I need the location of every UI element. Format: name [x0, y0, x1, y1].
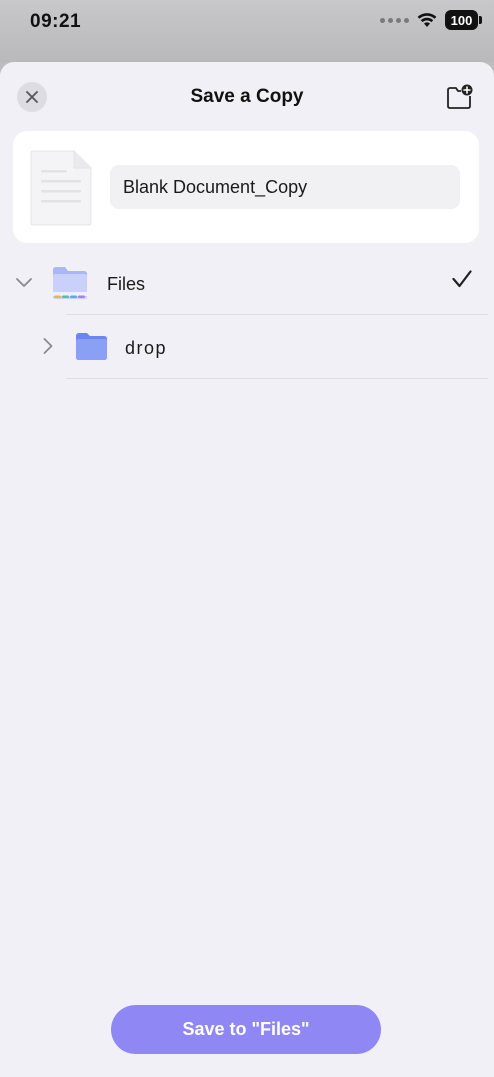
- signal-icon: [380, 17, 409, 23]
- document-card: [13, 131, 479, 243]
- folder-row-drop[interactable]: drop: [0, 317, 494, 379]
- checkmark-icon: [452, 270, 472, 288]
- row-divider: [66, 378, 488, 379]
- folder-label-files: Files: [107, 274, 146, 294]
- wifi-icon: [417, 13, 437, 27]
- new-folder-icon[interactable]: [446, 84, 474, 110]
- document-name-input[interactable]: [110, 165, 460, 209]
- document-thumbnail-icon: [30, 150, 92, 226]
- folder-row-files[interactable]: Files: [0, 253, 494, 315]
- chevron-down-icon[interactable]: [16, 278, 32, 288]
- status-bar: 09:21 100: [0, 0, 494, 62]
- files-folder-icon: [53, 267, 87, 299]
- sheet-header: Save a Copy: [0, 62, 494, 130]
- battery-indicator: 100: [445, 10, 482, 30]
- chevron-right-icon[interactable]: [43, 338, 53, 354]
- save-copy-sheet: Save a Copy Blank Document_Copy Files dr…: [0, 62, 494, 1077]
- page-title: Save a Copy: [190, 86, 304, 107]
- folder-icon: [76, 333, 107, 360]
- row-divider: [66, 314, 488, 315]
- status-icons: 100: [380, 10, 482, 30]
- folder-label-drop: drop: [125, 338, 168, 358]
- status-time: 09:21: [30, 11, 82, 32]
- save-to-files-button[interactable]: Save to "Files": [111, 1005, 381, 1054]
